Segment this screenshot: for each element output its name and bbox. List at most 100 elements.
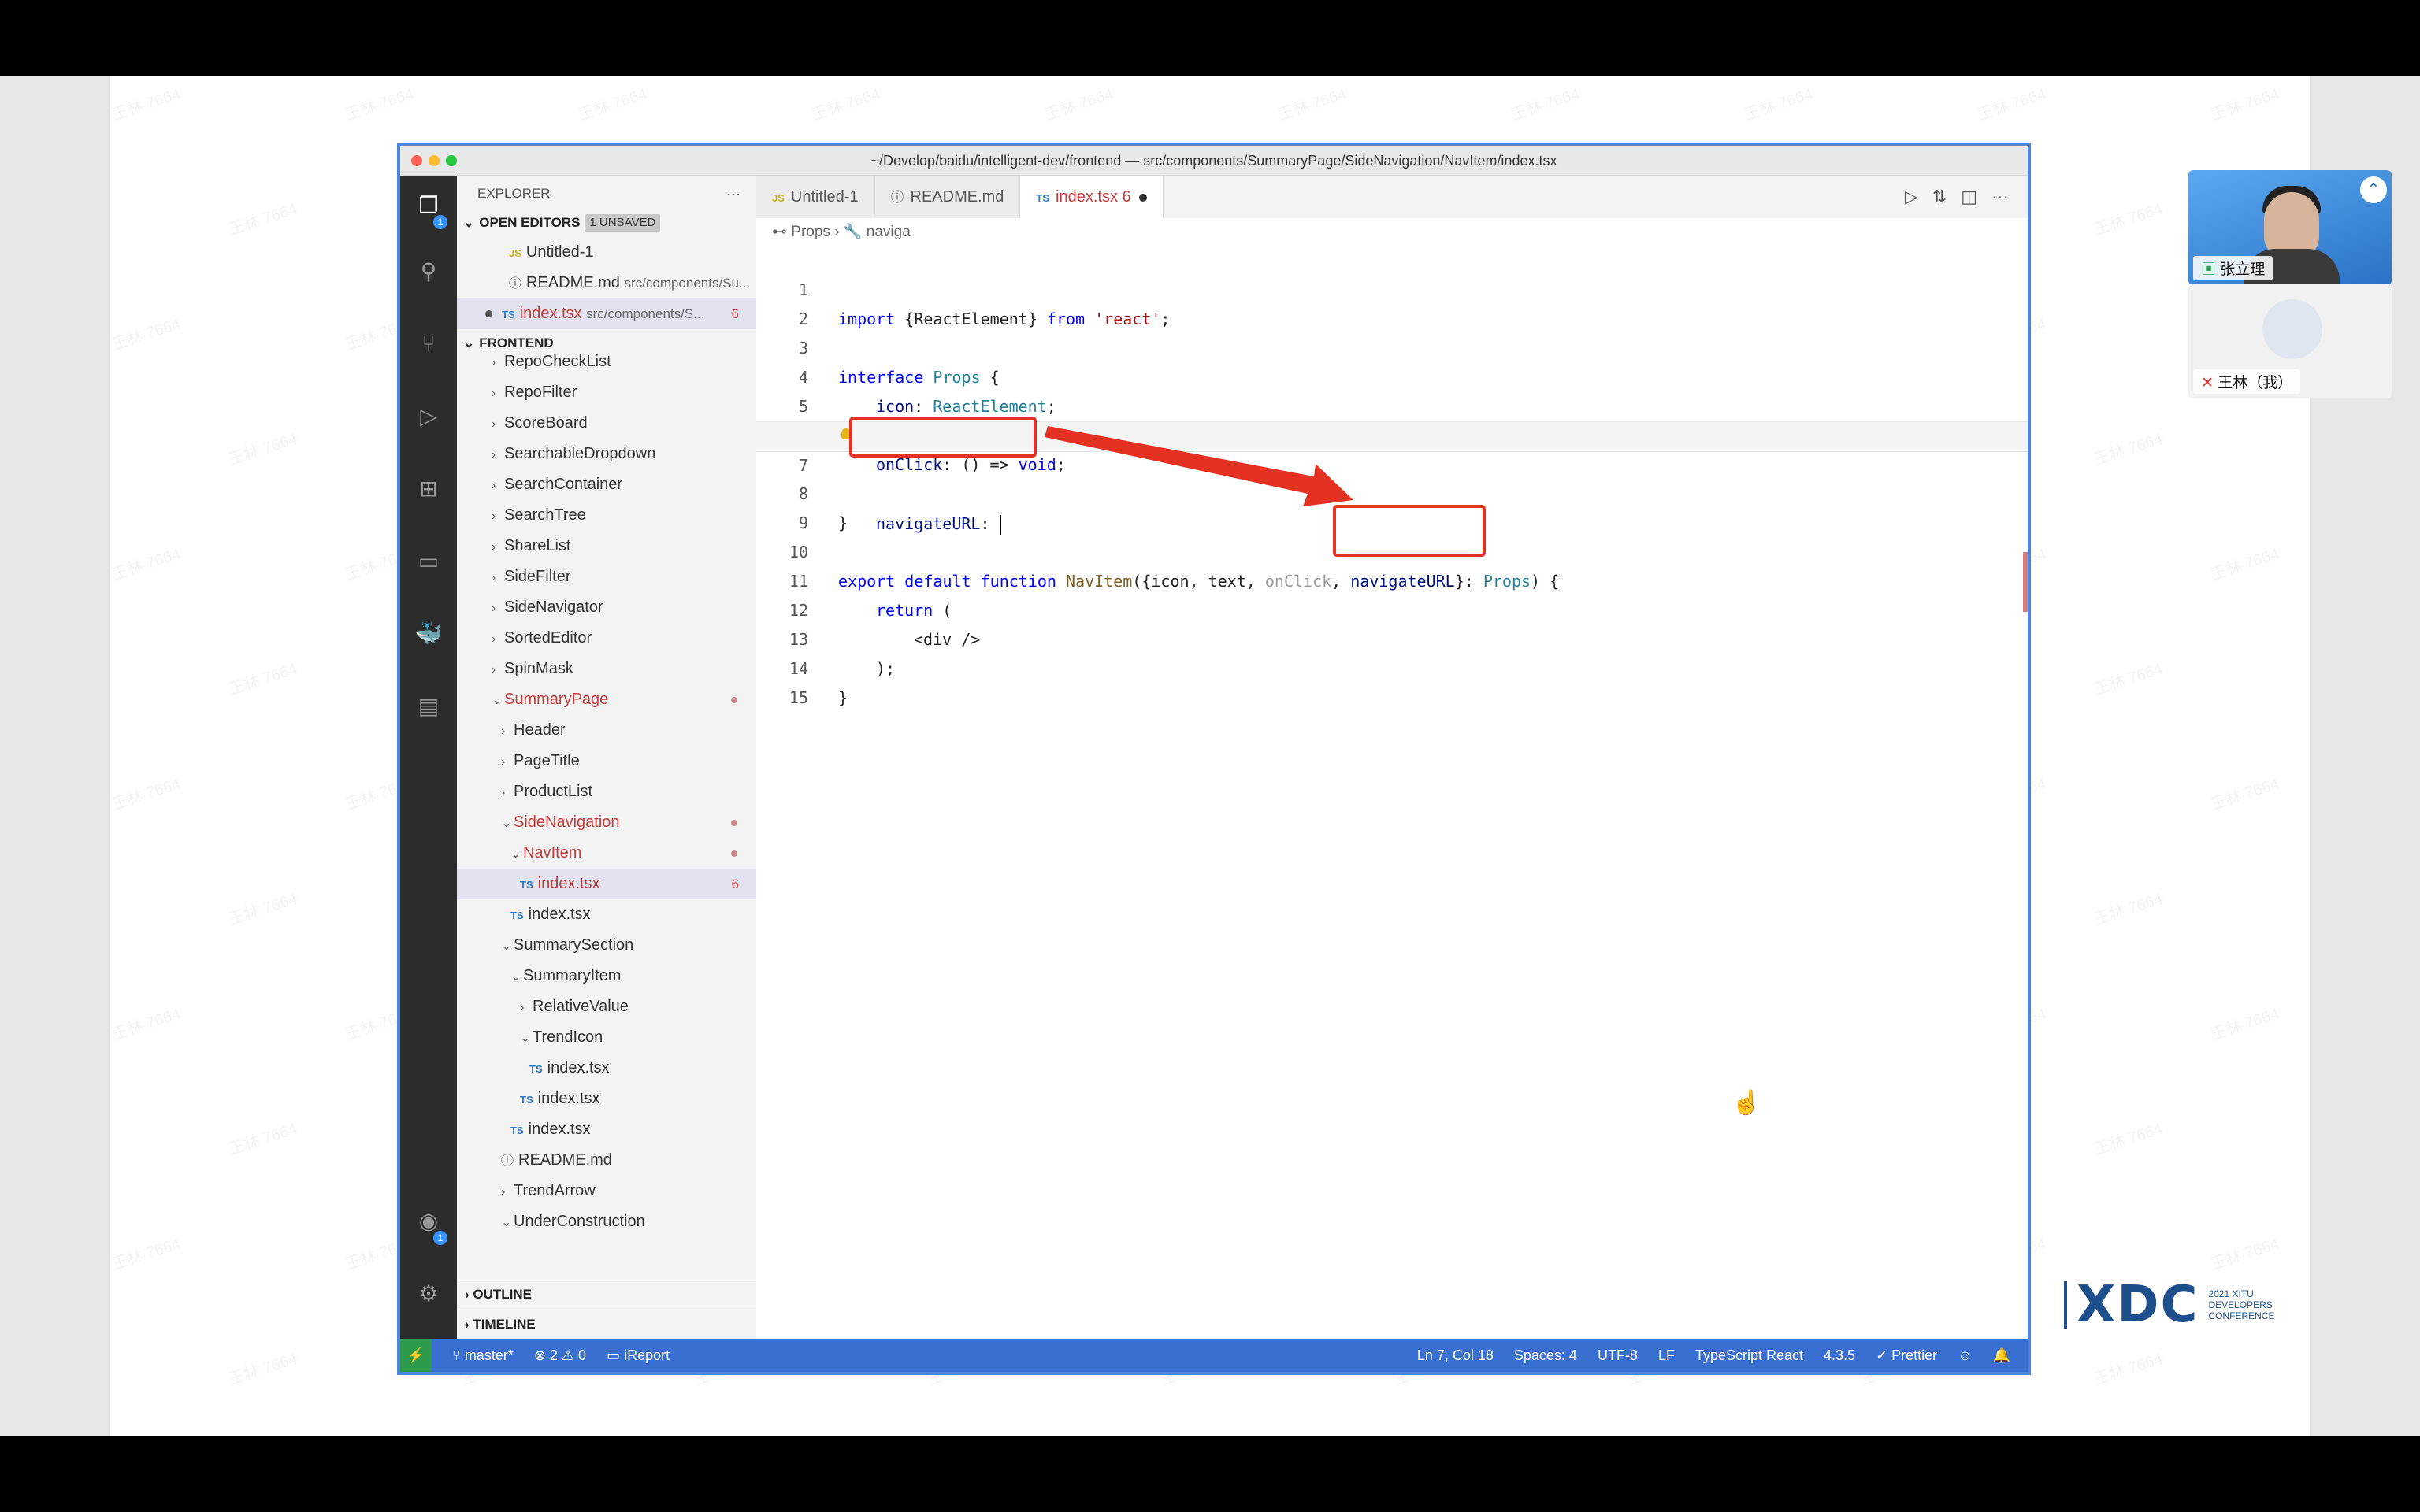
extensions-icon[interactable]: ⊞ [414, 475, 443, 503]
run-debug-icon[interactable]: ▷ [414, 402, 443, 431]
tree-item[interactable]: › RepoCheckList [457, 346, 756, 377]
bell-icon[interactable]: 🔔 [1993, 1339, 2010, 1372]
tree-item[interactable]: ⌄ TrendIcon [457, 1022, 756, 1053]
tree-item[interactable]: › RelativeValue [457, 991, 756, 1022]
watermark-text: 王林 7664 [226, 1350, 300, 1389]
scrollbar-marker[interactable] [2023, 552, 2028, 612]
more-actions-icon[interactable]: ··· [726, 176, 740, 212]
more-icon[interactable]: ··· [1991, 187, 2009, 207]
tree-item[interactable]: › ScoreBoard [457, 408, 756, 439]
editor-actions: ▷ ⇅ ◫ ··· [1905, 187, 2009, 207]
watermark-text: 王林 7664 [2092, 1120, 2166, 1159]
tree-item[interactable]: › ShareList [457, 531, 756, 561]
source-control-icon[interactable]: ⑂ [414, 330, 443, 358]
tree-item-label: SideNavigator [504, 598, 603, 616]
branch-status[interactable]: ⑂ master* [452, 1339, 514, 1372]
encoding[interactable]: UTF-8 [1598, 1339, 1638, 1372]
chevron-right-icon: › [465, 1287, 470, 1302]
tree-item[interactable]: › SpinMask [457, 654, 756, 684]
line-ending[interactable]: LF [1658, 1339, 1675, 1372]
breadcrumb-item-props[interactable]: Props [791, 224, 830, 240]
timeline-section[interactable]: › TIMELINE [457, 1310, 756, 1339]
logo-line-2: DEVELOPERS [2208, 1299, 2273, 1310]
remote-icon[interactable]: ⚡ [400, 1339, 432, 1372]
breadcrumb-item-naviga[interactable]: naviga [867, 224, 911, 240]
indentation[interactable]: Spaces: 4 [1514, 1339, 1577, 1372]
tree-item[interactable]: › SortedEditor [457, 623, 756, 654]
tree-item[interactable]: TS index.tsx [457, 899, 756, 930]
code-editor[interactable]: 1 import {ReactElement} from 'react'; 2 … [756, 246, 2028, 1339]
watermark-text: 王林 7664 [110, 1005, 184, 1044]
tree-item-label: index.tsx [528, 906, 591, 923]
compare-icon[interactable]: ⇅ [1932, 187, 1947, 207]
tree-item[interactable]: ⌄ SummaryPage [457, 684, 756, 715]
participant-tile-self[interactable]: ✕ 王林（我） [2188, 284, 2392, 398]
tab-2[interactable]: TS index.tsx 6 [1020, 176, 1164, 218]
outline-section[interactable]: › OUTLINE [457, 1280, 756, 1309]
watermark-text: 王林 7664 [2092, 200, 2166, 239]
tree-item[interactable]: ⌄ SideNavigation [457, 807, 756, 838]
tree-item[interactable]: ⓘ README.md [457, 1145, 756, 1176]
run-icon[interactable]: ▷ [1905, 187, 1918, 207]
problem-count: 6 [731, 306, 739, 321]
settings-gear-icon[interactable]: ⚙ [414, 1280, 443, 1308]
tree-item[interactable]: ⌄ UnderConstruction [457, 1206, 756, 1237]
prettier-status[interactable]: ✓ Prettier [1876, 1339, 1937, 1372]
open-editor-item[interactable]: JS Untitled-1 [457, 237, 756, 268]
tree-item[interactable]: › SideNavigator [457, 592, 756, 623]
ts-version[interactable]: 4.3.5 [1824, 1339, 1855, 1372]
tree-item[interactable]: › SearchContainer [457, 469, 756, 500]
remote-explorer-icon[interactable]: ▭ [414, 547, 443, 576]
split-editor-icon[interactable]: ◫ [1961, 187, 1977, 207]
editor-area: JS Untitled-1 ⓘ README.md TS index.tsx 6 ▷ ⇅ … [756, 176, 2028, 1339]
tree-item[interactable]: TS index.tsx [457, 1084, 756, 1114]
open-editor-item[interactable]: ⓘ README.md src/components/Su... [457, 268, 756, 298]
docker-icon[interactable]: 🐳 [414, 620, 443, 648]
chevron-right-icon: › [834, 224, 844, 240]
feedback-icon[interactable]: ☺ [1958, 1339, 1972, 1372]
modified-dot-icon [731, 850, 737, 857]
report-status[interactable]: ▭ iReport [607, 1339, 670, 1372]
project-manager-icon[interactable]: ▤ [414, 692, 443, 721]
tree-item-label: Header [514, 721, 566, 739]
chevron-down-icon: ⌄ [520, 1032, 531, 1045]
explorer-header: EXPLORER ··· [457, 176, 756, 209]
tree-item[interactable]: TS index.tsx [457, 1114, 756, 1145]
open-editors-section[interactable]: ⌄ OPEN EDITORS 1 UNSAVED [457, 209, 756, 237]
tree-item[interactable]: › SearchableDropdown [457, 439, 756, 469]
tree-item-label: SideFilter [504, 568, 571, 585]
watermark-text: 王林 7664 [1975, 85, 2049, 124]
tree-item[interactable]: › PageTitle [457, 746, 756, 776]
file-name: Untitled-1 [525, 243, 594, 261]
tree-item[interactable]: ⌄ SummaryItem [457, 961, 756, 991]
cursor-position[interactable]: Ln 7, Col 18 [1417, 1339, 1494, 1372]
open-editors-label: OPEN EDITORS [479, 215, 581, 230]
tree-item[interactable]: › ProductList [457, 776, 756, 807]
tab-0[interactable]: JS Untitled-1 [756, 176, 875, 218]
tab-1[interactable]: ⓘ README.md [874, 176, 1021, 218]
tree-item[interactable]: › Header [457, 715, 756, 746]
tree-item[interactable]: › TrendArrow [457, 1176, 756, 1206]
participant-tile-speaker[interactable]: ⌃ ▣ 张立理 [2188, 170, 2392, 285]
open-editor-item[interactable]: TS index.tsx src/components/S... 6 [457, 298, 756, 329]
unsaved-dot-icon[interactable] [1138, 193, 1147, 202]
tree-item[interactable]: ⌄ NavItem [457, 838, 756, 869]
problems-status[interactable]: ⊗ 2 ⚠ 0 [534, 1339, 586, 1372]
chevron-down-icon: ⌄ [510, 970, 521, 984]
participant-2-label: 王林（我） [2218, 375, 2293, 391]
tree-item[interactable]: ⌄ SummarySection [457, 930, 756, 961]
tree-item[interactable]: › SearchTree [457, 500, 756, 531]
tree-item[interactable]: TS index.tsx 6 [457, 869, 756, 899]
tree-item[interactable]: TS index.tsx [457, 1053, 756, 1084]
chevron-right-icon: › [501, 724, 506, 738]
language-mode[interactable]: TypeScript React [1695, 1339, 1803, 1372]
chevron-right-icon: › [492, 387, 496, 400]
tree-item[interactable]: › SideFilter [457, 561, 756, 592]
search-icon[interactable]: ⚲ [414, 258, 443, 286]
tree-item-label: SummarySection [514, 936, 634, 954]
collapse-icon[interactable]: ⌃ [2360, 176, 2387, 203]
watermark-text: 王林 7664 [110, 545, 184, 584]
unsaved-dot-icon[interactable] [485, 310, 492, 318]
tree-item[interactable]: › RepoFilter [457, 377, 756, 408]
chevron-right-icon: › [501, 755, 506, 769]
